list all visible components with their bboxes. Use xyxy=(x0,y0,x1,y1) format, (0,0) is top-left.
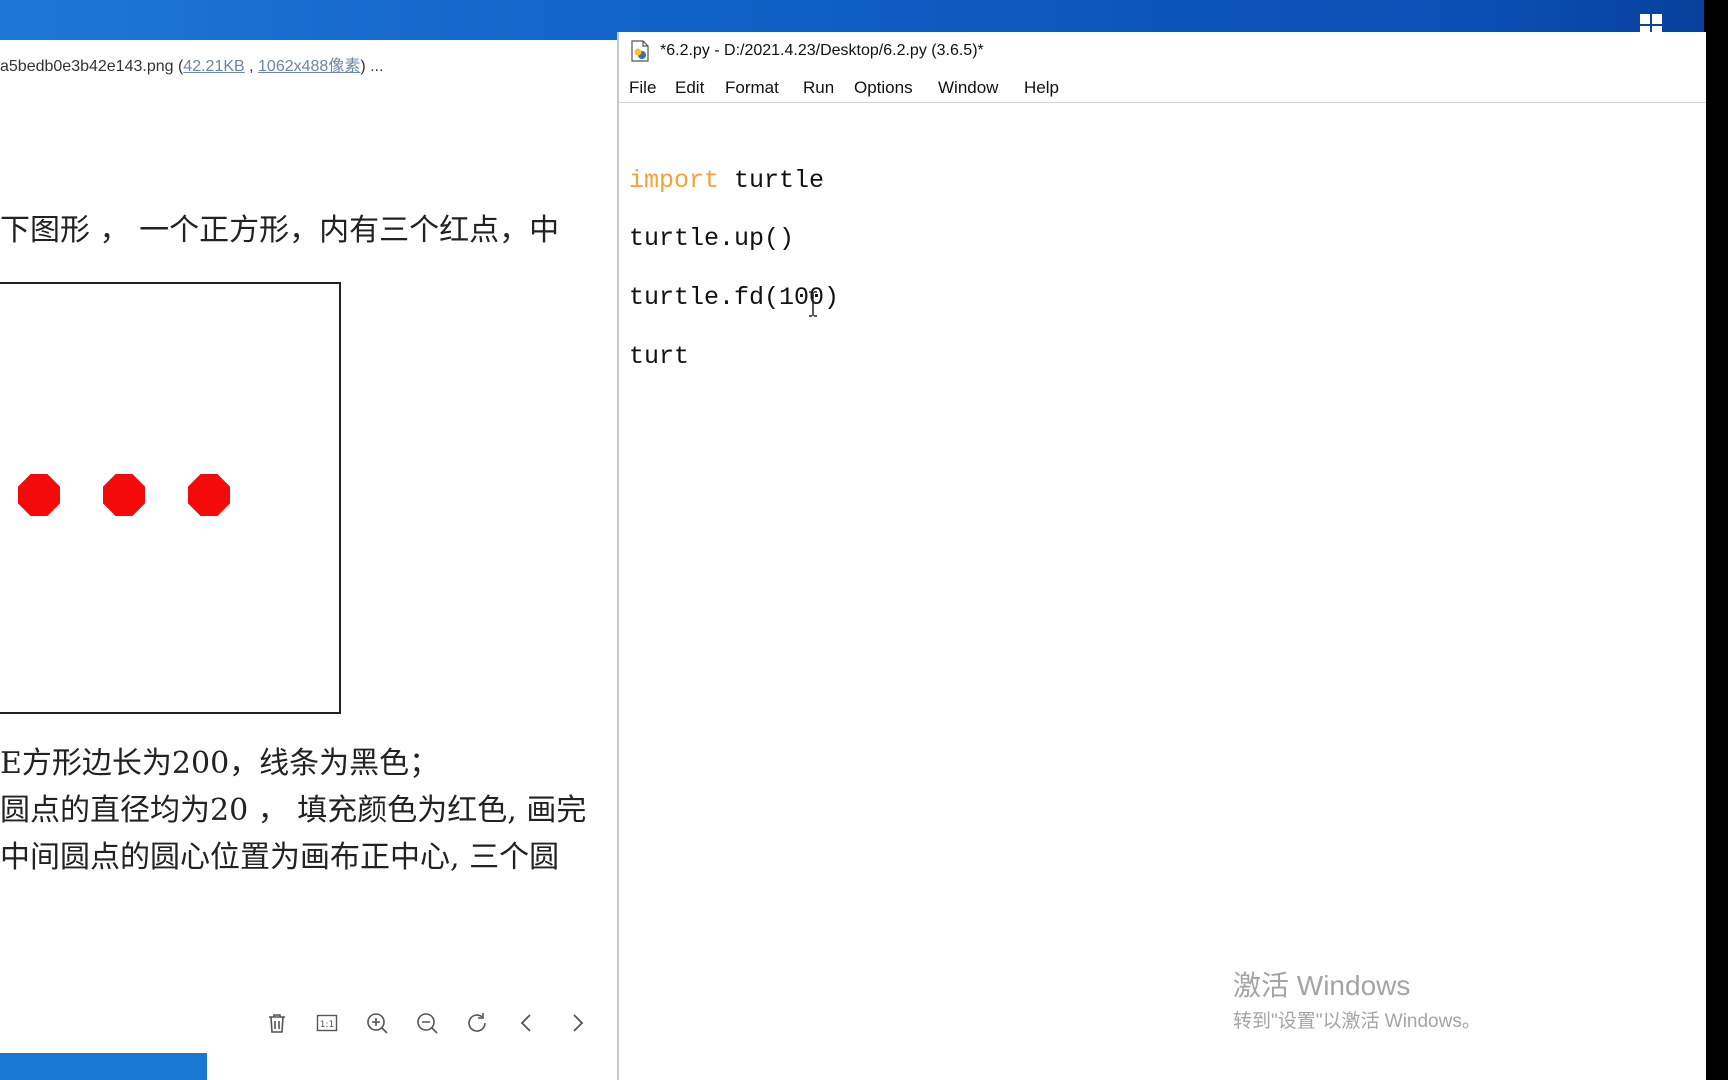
description-top: 下图形 ， 一个正方形，内有三个红点，中 xyxy=(0,213,560,248)
filename-suffix: ) ... xyxy=(360,58,384,75)
menu-format[interactable]: Format xyxy=(725,78,779,98)
code-line-4: turt xyxy=(629,342,690,371)
image-filename: a5bedb0e3b42e143.png (42.21KB , 1062x488… xyxy=(0,52,383,76)
image-viewer-window: a5bedb0e3b42e143.png (42.21KB , 1062x488… xyxy=(0,40,617,1055)
menu-edit[interactable]: Edit xyxy=(675,78,704,98)
code-line-2: turtle.up() xyxy=(629,224,795,253)
next-icon[interactable] xyxy=(562,1008,592,1038)
python-file-icon xyxy=(631,40,649,62)
title-bar[interactable]: *6.2.py - D:/2021.4.23/Desktop/6.2.py (3… xyxy=(619,32,1706,72)
actual-size-label: 1:1 xyxy=(320,1020,334,1030)
zoom-out-icon[interactable] xyxy=(412,1008,442,1038)
prev-icon[interactable] xyxy=(512,1008,542,1038)
filename-separator: , xyxy=(244,58,259,75)
filename-text: a5bedb0e3b42e143.png ( xyxy=(0,58,184,75)
code-line-1: import turtle xyxy=(629,166,824,195)
watermark-title: 激活 Windows xyxy=(1233,970,1411,1001)
code-editor[interactable]: import turtle turtle.up() turtle.fd(100)… xyxy=(619,104,1706,1080)
description-line-3: 中间圆点的圆心位置为画布正中心, 三个圆 xyxy=(0,840,560,875)
description-line-2: 圆点的直径均为20 ， 填充颜色为红色, 画完 xyxy=(0,793,587,828)
code-line-1-rest: turtle xyxy=(719,166,825,195)
file-size-link[interactable]: 42.21KB xyxy=(183,58,244,75)
trash-icon[interactable] xyxy=(262,1008,292,1038)
menu-run[interactable]: Run xyxy=(803,78,834,98)
activation-watermark: 激活 Windows 转到"设置"以激活 Windows。 xyxy=(1233,964,1481,1033)
menu-options[interactable]: Options xyxy=(854,78,913,98)
watermark-subtitle: 转到"设置"以激活 Windows。 xyxy=(1233,1011,1481,1032)
description-line-1: E方形边长为200，线条为黑色； xyxy=(0,746,440,781)
menu-window[interactable]: Window xyxy=(938,78,998,98)
rotate-icon[interactable] xyxy=(462,1008,492,1038)
menu-help[interactable]: Help xyxy=(1024,78,1059,98)
actual-size-icon[interactable]: 1:1 xyxy=(312,1008,342,1038)
viewer-bottom-edge xyxy=(207,1053,617,1080)
text-cursor-icon xyxy=(809,291,817,317)
taskbar-fragment xyxy=(0,1053,207,1080)
zoom-in-icon[interactable] xyxy=(362,1008,392,1038)
screen-edge xyxy=(1704,0,1728,1080)
menu-bar: File Edit Format Run Options Window Help xyxy=(619,74,1706,103)
idle-editor-window: *6.2.py - D:/2021.4.23/Desktop/6.2.py (3… xyxy=(617,32,1706,1080)
keyword-import: import xyxy=(629,166,720,195)
dimensions-link[interactable]: 1062x488像素 xyxy=(258,58,360,75)
menu-file[interactable]: File xyxy=(629,78,656,98)
window-title: *6.2.py - D:/2021.4.23/Desktop/6.2.py (3… xyxy=(660,42,984,59)
